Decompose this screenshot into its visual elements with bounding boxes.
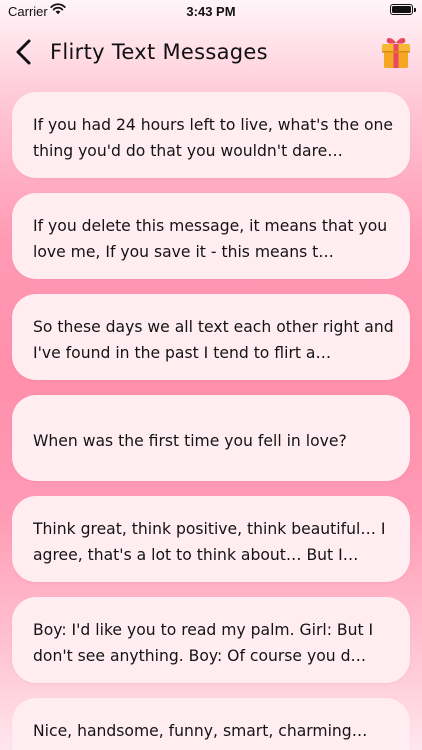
message-text: Think great, think positive, think beaut… [33, 520, 386, 564]
message-text: When was the first time you fell in love… [33, 432, 347, 450]
message-list: If you had 24 hours left to live, what's… [0, 90, 422, 750]
battery-icon [390, 4, 416, 15]
page-title: Flirty Text Messages [50, 40, 268, 64]
message-card[interactable]: Boy: I'd like you to read my palm. Girl:… [12, 597, 410, 683]
message-card[interactable]: Think great, think positive, think beaut… [12, 496, 410, 582]
chevron-left-icon [16, 39, 31, 65]
back-button[interactable] [10, 36, 40, 68]
status-bar: Carrier 3:43 PM [0, 0, 422, 24]
message-text: If you had 24 hours left to live, what's… [33, 116, 394, 160]
gift-icon [382, 38, 410, 68]
message-text: Boy: I'd like you to read my palm. Girl:… [33, 621, 374, 665]
message-card[interactable]: So these days we all text each other rig… [12, 294, 410, 380]
message-card[interactable]: When was the first time you fell in love… [12, 395, 410, 481]
message-text: So these days we all text each other rig… [33, 318, 394, 362]
navigation-bar: Flirty Text Messages [0, 28, 422, 78]
message-text: Nice, handsome, funny, smart, charming… … [33, 722, 375, 750]
message-card[interactable]: If you had 24 hours left to live, what's… [12, 92, 410, 178]
clock-label: 3:43 PM [186, 4, 236, 19]
message-card[interactable]: If you delete this message, it means tha… [12, 193, 410, 279]
message-card[interactable]: Nice, handsome, funny, smart, charming… … [12, 698, 410, 750]
gift-button[interactable] [378, 34, 414, 70]
message-text: If you delete this message, it means tha… [33, 217, 388, 261]
